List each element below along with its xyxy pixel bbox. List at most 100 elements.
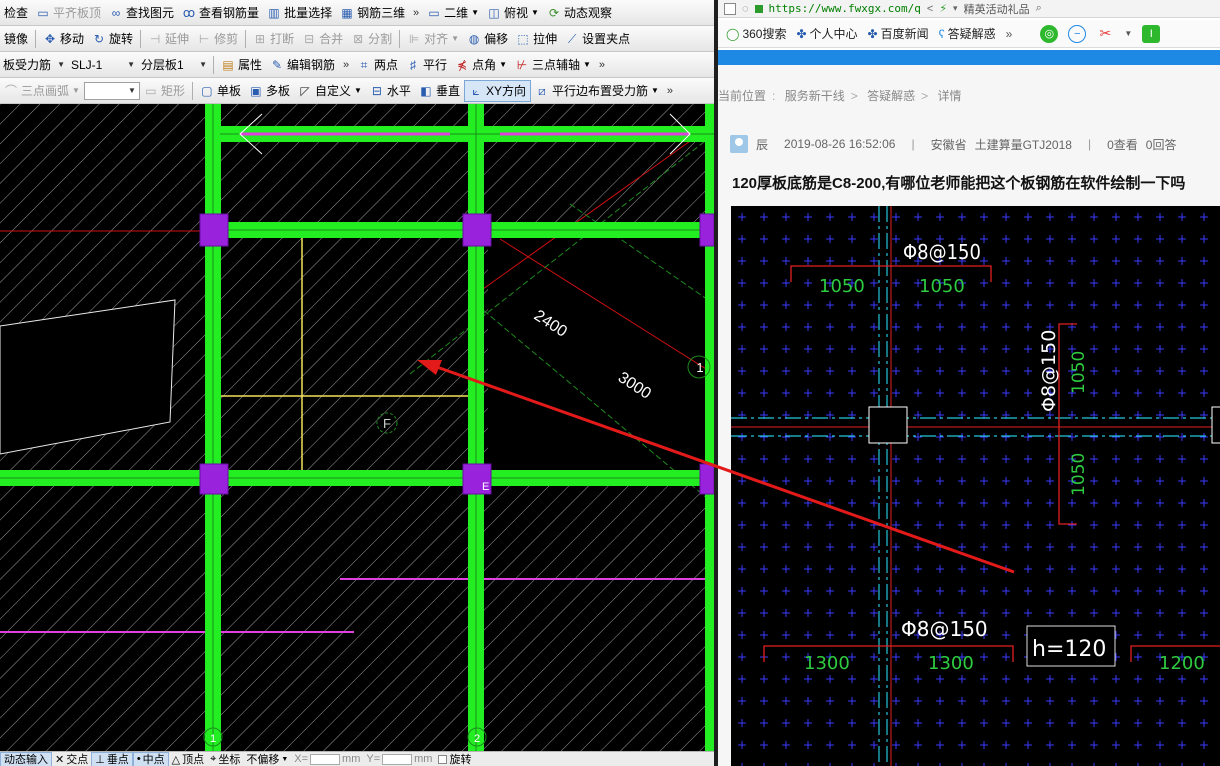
y-offset-field[interactable]: Y= mm — [363, 752, 435, 766]
properties-icon: ▤ — [222, 57, 234, 72]
bookmark-360-search[interactable]: ◯ 360搜索 — [726, 25, 786, 42]
orbit-button[interactable]: ⟳ 动态观察 — [543, 2, 616, 24]
snap-perpendicular-toggle[interactable]: ⊥ 垂点 — [91, 752, 133, 766]
snap-coordinate-toggle[interactable]: ⌖ 坐标 — [207, 752, 243, 766]
dynamic-input-toggle[interactable]: 动态输入 — [0, 752, 52, 766]
scissors-icon[interactable]: ✂ — [1096, 25, 1114, 43]
bookmark-baidu-news[interactable]: ✤ 百度新闻 — [868, 25, 929, 42]
properties-button[interactable]: ▤ 属性 — [217, 54, 266, 76]
chevron-down-icon: ▼ — [127, 60, 135, 69]
search-hint[interactable]: 精英活动礼品 — [964, 1, 1030, 17]
search-icon[interactable]: ⌕ — [1036, 2, 1042, 15]
align-top-button[interactable]: ▭ 平齐板顶 — [32, 2, 105, 24]
vertex-icon: △ — [171, 753, 181, 766]
tools-dropdown-icon[interactable]: ▼ — [1124, 29, 1132, 38]
merge-button[interactable]: ⊟ 合并 — [298, 28, 347, 50]
cad-plan-view[interactable]: 2400 3000 F 1 1 2 E — [0, 104, 714, 751]
point-angle-button[interactable]: ⋠ 点角 ▼ — [451, 54, 511, 76]
mirror-button[interactable]: 镜像 — [0, 28, 32, 50]
dropdown-icon[interactable]: ▾ — [953, 3, 958, 14]
edit-rebar-button[interactable]: ✎ 编辑钢筋 — [266, 54, 339, 76]
toolbar4-overflow-icon[interactable]: » — [663, 85, 677, 97]
2d-view-label: 二维 — [444, 6, 469, 20]
snap-vertex-toggle[interactable]: △ 顶点 — [169, 752, 207, 766]
cad-drawing-canvas[interactable]: 2400 3000 F 1 1 2 E — [0, 104, 714, 751]
single-slab-icon: ▢ — [201, 83, 213, 98]
stretch-label: 拉伸 — [533, 32, 558, 46]
batch-select-button[interactable]: ▥ 批量选择 — [263, 2, 336, 24]
snap-intersection-toggle[interactable]: ✕ 交点 — [52, 752, 91, 766]
x-offset-field[interactable]: X= mm — [291, 752, 363, 766]
extend-button[interactable]: ⊣ 延伸 — [144, 28, 193, 50]
rotate-label: 旋转 — [109, 32, 134, 46]
extension-icon[interactable]: I — [1142, 24, 1161, 43]
edit-rebar-icon: ✎ — [271, 57, 283, 72]
rectangle-button[interactable]: ▭ 矩形 — [140, 80, 189, 102]
bookmarks-overflow-icon[interactable]: » — [1006, 27, 1013, 41]
parallel-edge-button[interactable]: ⧄ 平行边布置受力筋 ▼ — [531, 80, 663, 102]
url-field[interactable]: https://www.fwxgx.com/q — [769, 2, 921, 15]
check-button[interactable]: 检查 — [0, 2, 32, 24]
refresh-icon[interactable]: ◌ — [742, 3, 749, 15]
align-button[interactable]: ⊫ 对齐 ▼ — [403, 28, 463, 50]
x-offset-input[interactable] — [310, 753, 341, 765]
rotate-icon: ↻ — [94, 31, 105, 46]
avatar[interactable] — [730, 135, 748, 153]
find-element-button[interactable]: ∞ 查找图元 — [105, 2, 178, 24]
set-grip-label: 设置夹点 — [582, 32, 631, 46]
xy-direction-button[interactable]: ⟀ XY方向 — [463, 79, 531, 102]
parallel-button[interactable]: ♯ 平行 — [402, 54, 451, 76]
bookmark-personal-center[interactable]: ✤ 个人中心 — [796, 25, 857, 42]
post-author[interactable]: 辰 — [756, 136, 768, 153]
breadcrumb-link-service[interactable]: 服务新干线 — [785, 89, 845, 103]
three-point-axis-button[interactable]: ⊬ 三点辅轴 ▼ — [511, 54, 595, 76]
minus-icon[interactable]: − — [1068, 24, 1087, 43]
edit-rebar-label: 编辑钢筋 — [287, 58, 336, 72]
horizontal-button[interactable]: ⊟ 水平 — [366, 80, 415, 102]
offset-button[interactable]: ◍ 偏移 — [463, 28, 512, 50]
snap-midpoint-toggle[interactable]: • 中点 — [132, 752, 169, 766]
toolbar1-overflow-icon[interactable]: » — [409, 7, 423, 19]
toolbar3-overflow-icon[interactable]: » — [339, 59, 353, 71]
checkbox-box[interactable] — [438, 754, 448, 764]
length-label-1300a: 1300 — [804, 653, 850, 674]
stretch-button[interactable]: ⬚ 拉伸 — [512, 28, 561, 50]
y-label: Y= — [366, 753, 381, 765]
toolbar3-overflow2-icon[interactable]: » — [595, 59, 609, 71]
breadcrumb-link-qa[interactable]: 答疑解惑 — [867, 89, 915, 103]
three-point-arc-button[interactable]: ⌒ 三点画弧 ▼ — [0, 80, 84, 102]
multi-slab-button[interactable]: ▣ 多板 — [245, 80, 294, 102]
vertical-button[interactable]: ◧ 垂直 — [415, 80, 464, 102]
set-grip-button[interactable]: ⟋ 设置夹点 — [561, 28, 634, 50]
qa-icon: ʕ — [938, 26, 945, 41]
bookmark-qa[interactable]: ʕ 答疑解惑 — [939, 25, 996, 42]
lightning-icon[interactable]: ⚡ — [939, 2, 947, 15]
x-label: X= — [294, 753, 309, 765]
break-button[interactable]: ⊞ 打断 — [249, 28, 298, 50]
single-slab-button[interactable]: ▢ 单板 — [196, 80, 245, 102]
layer-select[interactable]: 分层板1 ▼ — [138, 56, 210, 74]
address-bar: ◌ https://www.fwxgx.com/q < ⚡ ▾ 精英活动礼品 ⌕ — [718, 0, 1220, 18]
view-rebar-qty-button[interactable]: ꝏ 查看钢筋量 — [178, 2, 263, 24]
dynamic-input-label: 动态输入 — [4, 754, 48, 766]
share-icon[interactable]: < — [927, 3, 933, 15]
y-offset-input[interactable] — [382, 753, 413, 765]
rotate-checkbox[interactable]: 旋转 — [435, 752, 474, 766]
chat-icon[interactable]: ◎ — [1040, 24, 1059, 43]
split-button[interactable]: ⊠ 分割 — [347, 28, 396, 50]
offset-mode-select[interactable]: 不偏移 ▼ — [243, 752, 291, 766]
category-select[interactable]: 板受力筋 ▼ — [0, 56, 68, 74]
bookmark-label: 个人中心 — [809, 27, 858, 41]
question-attachment-image[interactable]: Φ8@150 1050 1050 Φ8@150 1050 1050 Φ8@150… — [731, 206, 1220, 766]
custom-button[interactable]: ◸ 自定义 ▼ — [294, 80, 366, 102]
two-point-button[interactable]: ⌗ 两点 — [353, 54, 402, 76]
2d-view-button[interactable]: ▭ 二维 ▼ — [423, 2, 483, 24]
element-select[interactable]: SLJ-1 ▼ — [68, 56, 138, 74]
trim-button[interactable]: ⊢ 修剪 — [193, 28, 242, 50]
top-view-button[interactable]: ◫ 俯视 ▼ — [483, 2, 543, 24]
rotate-button[interactable]: ↻ 旋转 — [88, 28, 137, 50]
length-label-1050d: 1050 — [1069, 453, 1089, 496]
arc-param-input[interactable]: ▼ — [83, 81, 140, 100]
move-button[interactable]: ✥ 移动 — [39, 28, 88, 50]
rebar-3d-button[interactable]: ▦ 钢筋三维 — [336, 2, 409, 24]
